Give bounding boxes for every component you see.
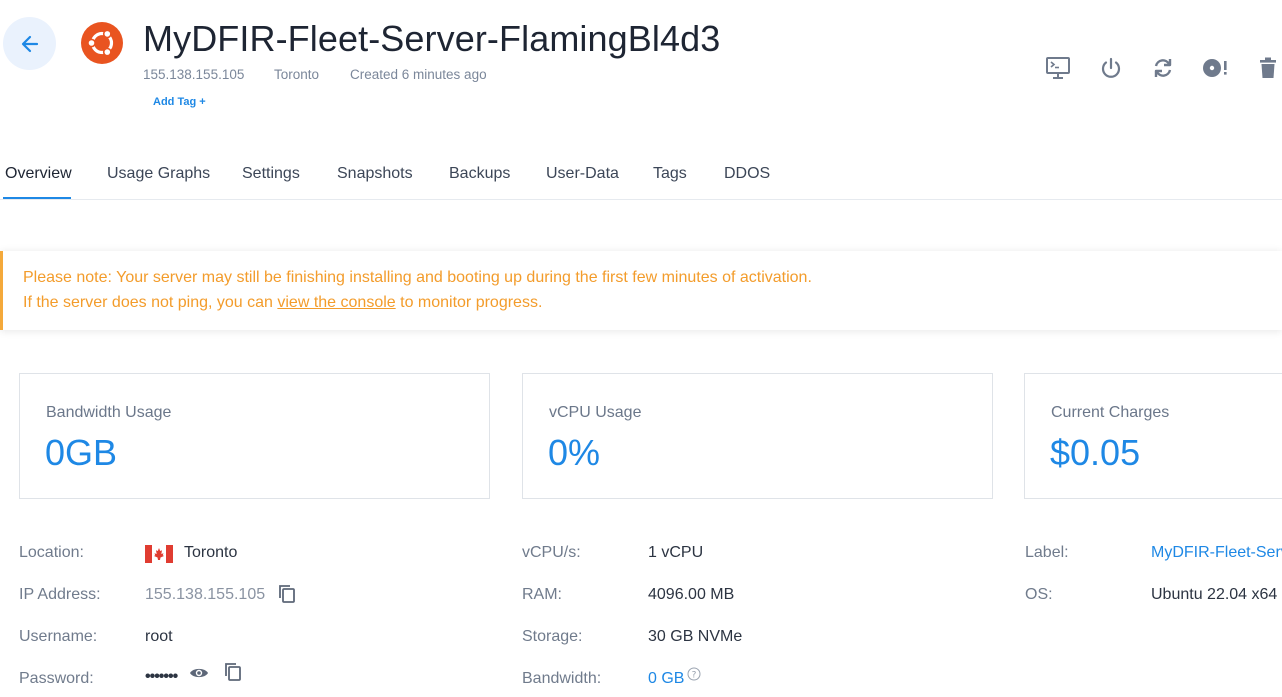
power-icon bbox=[1101, 57, 1121, 78]
location-value: Toronto bbox=[184, 544, 238, 561]
tab-user-data[interactable]: User-Data bbox=[546, 165, 619, 183]
os-value: Ubuntu 22.04 x64 bbox=[1151, 586, 1278, 603]
restart-icon bbox=[1154, 59, 1172, 77]
tab-tags[interactable]: Tags bbox=[653, 165, 687, 183]
vcpu-usage-card: vCPU Usage 0% bbox=[522, 373, 993, 499]
header-location: Toronto bbox=[274, 67, 320, 82]
bandwidth-label: Bandwidth: bbox=[522, 670, 602, 687]
server-overview-page: MyDFIR-Fleet-Server-FlamingBl4d3 155.138… bbox=[0, 0, 1282, 697]
os-label: OS: bbox=[1025, 586, 1053, 603]
active-tab-indicator bbox=[3, 197, 71, 199]
help-icon: ? bbox=[687, 667, 701, 681]
card-value: $0.05 bbox=[1050, 432, 1141, 473]
notice-line-2: If the server does not ping, you can vie… bbox=[23, 294, 542, 312]
ram-value: 4096.00 MB bbox=[648, 586, 735, 603]
bandwidth-value-link[interactable]: 0 GB bbox=[648, 670, 684, 688]
reinstall-button[interactable] bbox=[1200, 53, 1230, 83]
server-label-value[interactable]: MyDFIR-Fleet-Server-FlamingBl4d3 bbox=[1151, 544, 1282, 562]
username-value: root bbox=[145, 628, 173, 645]
notice-text: to monitor progress. bbox=[395, 294, 543, 311]
tab-ddos[interactable]: DDOS bbox=[724, 165, 770, 183]
tab-backups[interactable]: Backups bbox=[449, 165, 510, 183]
password-label: Password: bbox=[19, 670, 94, 687]
console-icon bbox=[1046, 57, 1070, 79]
ubuntu-logo bbox=[81, 22, 123, 64]
delete-button[interactable] bbox=[1253, 53, 1282, 83]
trash-icon bbox=[1260, 57, 1276, 78]
header-ip: 155.138.155.105 bbox=[143, 67, 245, 82]
activation-notice: Please note: Your server may still be fi… bbox=[0, 251, 1282, 330]
back-button[interactable] bbox=[3, 17, 56, 70]
add-tag-link[interactable]: Add Tag + bbox=[153, 96, 206, 108]
view-console-link[interactable]: view the console bbox=[277, 294, 395, 311]
card-label: Current Charges bbox=[1051, 404, 1170, 421]
storage-label: Storage: bbox=[522, 628, 583, 645]
password-value: ••••••• bbox=[145, 668, 178, 685]
card-value: 0GB bbox=[45, 432, 118, 473]
location-label: Location: bbox=[19, 544, 84, 561]
username-label: Username: bbox=[19, 628, 98, 645]
tab-snapshots[interactable]: Snapshots bbox=[337, 165, 413, 183]
vcpu-value: 1 vCPU bbox=[648, 544, 704, 561]
notice-line-1: Please note: Your server may still be fi… bbox=[23, 269, 812, 286]
copy-password-button[interactable] bbox=[222, 661, 244, 683]
server-label-label: Label: bbox=[1025, 544, 1069, 561]
bandwidth-usage-card: Bandwidth Usage 0GB bbox=[19, 373, 490, 499]
power-button[interactable] bbox=[1096, 53, 1126, 83]
card-label: Bandwidth Usage bbox=[46, 404, 172, 421]
ip-address-value: 155.138.155.105 bbox=[145, 586, 266, 603]
card-value: 0% bbox=[548, 432, 601, 473]
tab-bar: Overview Usage Graphs Settings Snapshots… bbox=[0, 150, 1282, 200]
card-label: vCPU Usage bbox=[549, 404, 642, 421]
vcpu-label: vCPU/s: bbox=[522, 544, 581, 561]
arrow-left-icon bbox=[21, 35, 38, 52]
show-password-button[interactable] bbox=[188, 663, 210, 683]
copy-icon bbox=[279, 585, 295, 603]
svg-text:?: ? bbox=[692, 671, 697, 681]
canada-flag-icon bbox=[145, 545, 173, 563]
server-name: MyDFIR-Fleet-Server-FlamingBl4d3 bbox=[143, 18, 721, 59]
copy-ip-button[interactable] bbox=[276, 583, 298, 605]
restart-button[interactable] bbox=[1148, 53, 1178, 83]
copy-icon bbox=[225, 663, 241, 681]
eye-icon bbox=[190, 668, 208, 678]
bandwidth-help-button[interactable]: ? bbox=[687, 667, 701, 681]
notice-text: If the server does not ping, you can bbox=[23, 294, 278, 311]
ip-address-label: IP Address: bbox=[19, 586, 101, 603]
tab-settings[interactable]: Settings bbox=[242, 165, 300, 183]
tab-usage-graphs[interactable]: Usage Graphs bbox=[107, 165, 210, 183]
tab-overview[interactable]: Overview bbox=[5, 165, 72, 183]
header-created: Created 6 minutes ago bbox=[350, 67, 487, 82]
reinstall-icon bbox=[1203, 59, 1227, 77]
ram-label: RAM: bbox=[522, 586, 562, 603]
storage-value: 30 GB NVMe bbox=[648, 628, 743, 645]
console-button[interactable] bbox=[1043, 53, 1073, 83]
current-charges-card: Current Charges $0.05 bbox=[1024, 373, 1282, 499]
